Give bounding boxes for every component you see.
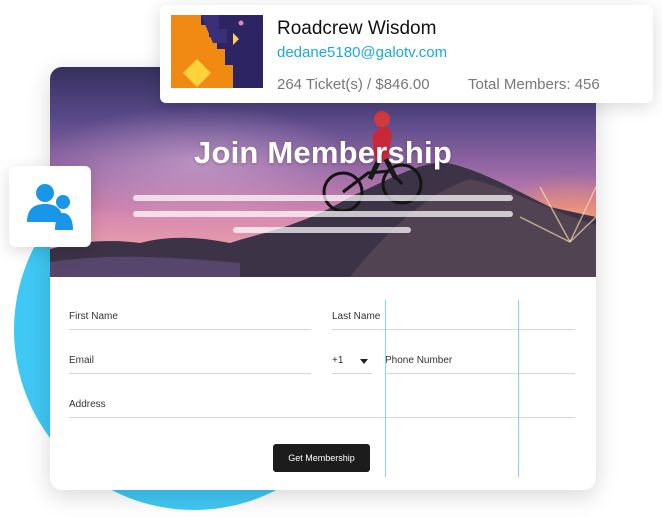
members-badge [9,166,91,247]
membership-form: First Name Last Name Email +1 Phone Numb… [50,277,596,490]
hero-text-placeholder-line-1 [133,195,513,201]
layout-guide-line [518,300,519,477]
first-name-label: First Name [69,311,118,322]
profile-thumbnail [171,15,263,88]
phone-number-field[interactable]: Phone Number [385,351,575,374]
country-code-select[interactable]: +1 [332,351,372,374]
last-name-label: Last Name [332,311,381,322]
first-name-field[interactable]: First Name [69,307,311,330]
email-field[interactable]: Email [69,351,311,374]
profile-email-link[interactable]: dedane5180@galotv.com [277,44,447,61]
phone-number-label: Phone Number [385,355,453,366]
hero-text-placeholder-line-3 [233,227,411,233]
hero-text-placeholder-line-2 [133,211,513,217]
users-icon [27,184,73,230]
profile-card: Roadcrew Wisdom dedane5180@galotv.com 26… [160,5,653,103]
profile-name: Roadcrew Wisdom [277,18,437,39]
profile-thumbnail-art [171,15,263,88]
get-membership-button[interactable]: Get Membership [273,444,370,472]
chevron-down-icon [360,359,368,364]
address-label: Address [69,399,106,410]
address-field[interactable]: Address [69,395,575,418]
total-members: Total Members: 456 [468,76,600,93]
last-name-field[interactable]: Last Name [332,307,575,330]
membership-card: Join Membership First Name Last Name Ema… [50,67,596,490]
email-label: Email [69,355,95,366]
country-code-value: +1 [332,355,344,366]
layout-guide-line [385,300,386,477]
hero-title: Join Membership [194,135,452,170]
tickets-summary: 264 Ticket(s) / $846.00 [277,76,430,93]
